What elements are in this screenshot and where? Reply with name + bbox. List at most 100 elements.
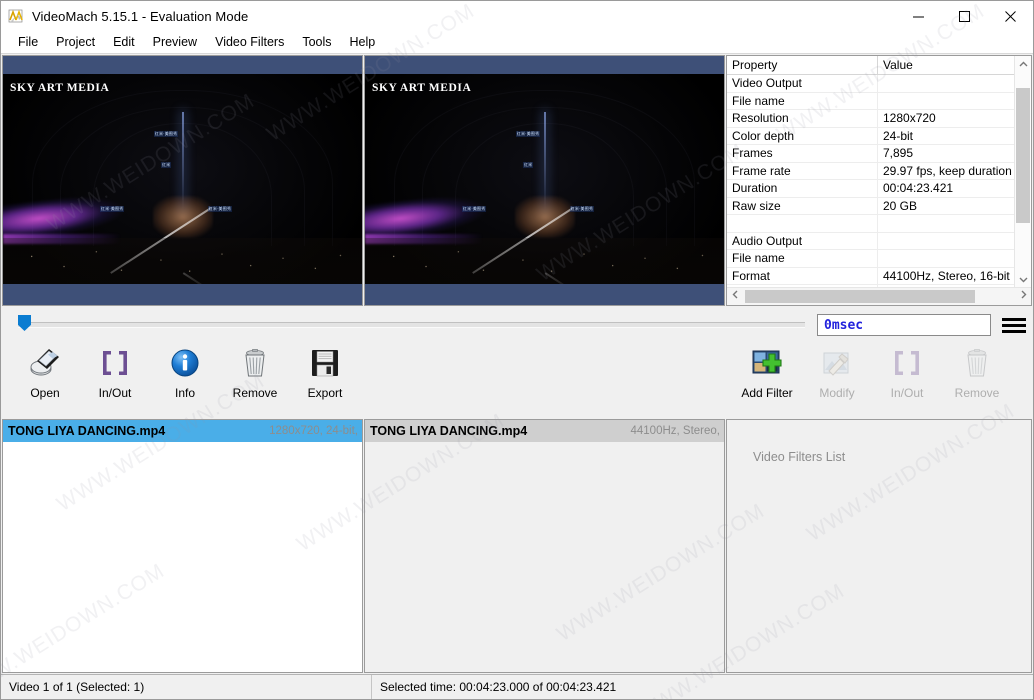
time-position-input[interactable]: 0msec xyxy=(817,314,991,336)
timeline-slider[interactable] xyxy=(10,313,805,337)
menu-item-preview[interactable]: Preview xyxy=(144,33,206,52)
stage-caption-2-right: 红米 xyxy=(522,162,534,169)
filter-in-out-button[interactable]: In/Out xyxy=(877,344,937,400)
menu-item-video-filters[interactable]: Video Filters xyxy=(206,33,293,52)
property-row[interactable]: Color depth 24-bit xyxy=(727,127,1014,145)
stage-caption-1-right: 红米·美图秀 xyxy=(515,130,541,137)
chevron-right-icon[interactable] xyxy=(1015,289,1031,305)
video-filters-list-panel[interactable]: Video Filters List xyxy=(726,419,1032,673)
property-row[interactable]: Frames 7,895 xyxy=(727,145,1014,163)
audio-item-filename: TONG LIYA DANCING.mp4 xyxy=(370,424,528,438)
property-name: Audio Output xyxy=(727,232,878,249)
time-position-value: 0msec xyxy=(824,317,864,333)
property-value xyxy=(878,75,1014,92)
property-row[interactable]: Resolution 1280x720 xyxy=(727,110,1014,128)
menu-item-project[interactable]: Project xyxy=(47,33,104,52)
menu-item-edit[interactable]: Edit xyxy=(104,33,144,52)
property-name xyxy=(727,215,878,232)
video-preview-left[interactable]: 红米·美图秀 红米 红米·美图秀 红米·美图秀 SKY ART MEDIA xyxy=(2,55,363,306)
property-value xyxy=(878,233,1014,250)
property-name: Resolution xyxy=(727,110,878,127)
property-row[interactable]: Video Output xyxy=(727,75,1014,93)
close-button[interactable] xyxy=(987,1,1033,31)
remove-button-label: Remove xyxy=(232,386,278,400)
vertical-scroll-thumb[interactable] xyxy=(1016,88,1030,223)
property-name: Duration xyxy=(727,180,878,197)
property-name: Raw size xyxy=(727,197,878,214)
chevron-up-icon[interactable] xyxy=(1015,56,1031,72)
preview-frame-left: 红米·美图秀 红米 红米·美图秀 红米·美图秀 SKY ART MEDIA xyxy=(3,74,362,284)
hamburger-menu-icon[interactable] xyxy=(999,313,1029,337)
menu-item-file[interactable]: File xyxy=(9,33,47,52)
property-name: File name xyxy=(727,250,878,267)
timeline-track[interactable] xyxy=(18,322,805,328)
stage-caption-4-left: 红米·美图秀 xyxy=(207,206,233,213)
video-item-filename: TONG LIYA DANCING.mp4 xyxy=(8,424,166,438)
properties-grid: Property Value Video Output File name Re… xyxy=(727,56,1014,287)
property-row-spacer xyxy=(727,215,1014,233)
modify-button-label: Modify xyxy=(819,386,855,400)
property-row[interactable]: Duration 00:04:23.421 xyxy=(727,180,1014,198)
property-value xyxy=(878,93,1014,110)
open-button[interactable]: Open xyxy=(15,344,75,400)
property-name: Frame rate xyxy=(727,162,878,179)
column-header-value: Value xyxy=(883,58,913,72)
menu-item-tools[interactable]: Tools xyxy=(293,33,340,52)
vertical-scroll-track[interactable] xyxy=(1015,72,1031,271)
preview-overlay-watermark-left: SKY ART MEDIA xyxy=(10,82,110,94)
remove-button[interactable]: Remove xyxy=(225,344,285,400)
export-button[interactable]: Export xyxy=(295,344,355,400)
property-value: 29.97 fps, keep duration xyxy=(883,163,1012,178)
filter-remove-button[interactable]: Remove xyxy=(947,344,1007,400)
chevron-down-icon[interactable] xyxy=(1015,271,1031,287)
info-button[interactable]: Info xyxy=(155,344,215,400)
chevron-left-icon[interactable] xyxy=(727,289,743,305)
trash-can-icon xyxy=(238,344,272,382)
property-row[interactable]: Format 44100Hz, Stereo, 16-bit xyxy=(727,267,1014,285)
list-item[interactable]: TONG LIYA DANCING.mp4 1280x720, 24-bit, xyxy=(3,420,362,442)
menu-item-help[interactable]: Help xyxy=(341,33,385,52)
minimize-button[interactable] xyxy=(895,1,941,31)
property-row[interactable]: File name xyxy=(727,92,1014,110)
performer-glow-left xyxy=(152,195,213,238)
properties-horizontal-scrollbar[interactable] xyxy=(727,287,1031,305)
video-list-panel[interactable]: TONG LIYA DANCING.mp4 1280x720, 24-bit, xyxy=(2,419,363,673)
property-row[interactable]: Audio Output xyxy=(727,232,1014,250)
modify-button[interactable]: Modify xyxy=(807,344,867,400)
video-preview-right[interactable]: 红米·美图秀 红米 红米·美图秀 红米·美图秀 SKY ART MEDIA xyxy=(364,55,725,306)
stage-caption-4-right: 红米·美图秀 xyxy=(569,206,595,213)
timeline-row: 0msec xyxy=(1,310,1033,340)
preview-top-band-left xyxy=(3,56,362,74)
info-button-label: Info xyxy=(174,386,195,400)
performer-glow-right xyxy=(514,195,575,238)
column-header-property: Property xyxy=(727,56,878,74)
property-value: 00:04:23.421 xyxy=(883,181,954,195)
property-value: 44100Hz, Stereo, 16-bit xyxy=(883,268,1010,283)
maximize-button[interactable] xyxy=(941,1,987,31)
audience-crowd-left xyxy=(3,237,362,284)
in-out-button[interactable]: In/Out xyxy=(85,344,145,400)
audio-list-panel[interactable]: TONG LIYA DANCING.mp4 44100Hz, Stereo, xyxy=(364,419,725,673)
preview-frame-right: 红米·美图秀 红米 红米·美图秀 红米·美图秀 SKY ART MEDIA xyxy=(365,74,724,284)
toolbar-left-group: Open In/Out Info Remove Export xyxy=(15,344,365,400)
preview-bottom-band-right xyxy=(365,284,724,305)
add-filter-plus-icon xyxy=(750,344,784,382)
add-filter-button[interactable]: Add Filter xyxy=(737,344,797,400)
property-name: File name xyxy=(727,92,878,109)
filter-in-out-button-label: In/Out xyxy=(890,386,924,400)
status-video-count: Video 1 of 1 (Selected: 1) xyxy=(1,675,372,699)
list-item[interactable]: TONG LIYA DANCING.mp4 44100Hz, Stereo, xyxy=(365,420,724,442)
timeline-slider-thumb[interactable] xyxy=(18,315,31,331)
property-value: 24-bit xyxy=(883,128,914,143)
add-filter-button-label: Add Filter xyxy=(741,386,793,400)
horizontal-scroll-track[interactable] xyxy=(743,289,1015,304)
property-row[interactable]: Frame rate 29.97 fps, keep duration xyxy=(727,162,1014,180)
title-bar: VideoMach 5.15.1 - Evaluation Mode xyxy=(1,1,1033,31)
property-row[interactable]: File name xyxy=(727,250,1014,268)
properties-vertical-scrollbar[interactable] xyxy=(1014,56,1031,287)
in-out-brackets-icon xyxy=(890,344,924,382)
open-folder-icon xyxy=(28,344,62,382)
status-bar: Video 1 of 1 (Selected: 1) Selected time… xyxy=(1,674,1033,699)
property-row[interactable]: Raw size 20 GB xyxy=(727,197,1014,215)
horizontal-scroll-thumb[interactable] xyxy=(745,290,975,303)
